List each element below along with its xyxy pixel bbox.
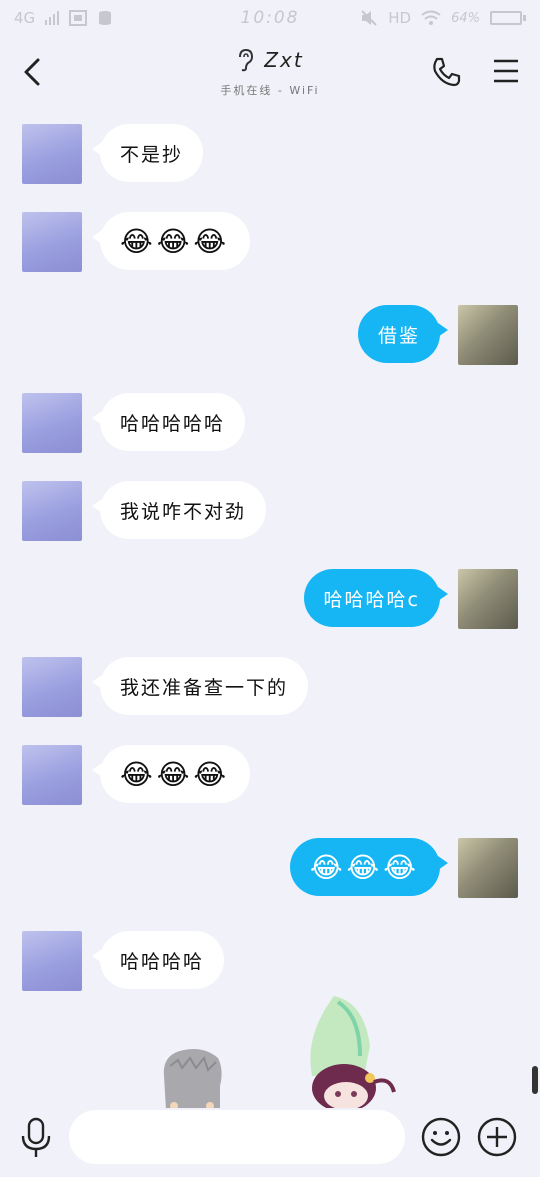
message-text: 哈哈哈哈哈	[120, 412, 226, 435]
battery-icon	[490, 11, 526, 25]
wifi-icon	[421, 10, 441, 25]
contact-avatar[interactable]	[22, 212, 82, 272]
sim-icon	[69, 10, 88, 26]
chat-header: Zxt 手机在线 - WiFi	[0, 36, 540, 116]
message-bubble[interactable]: 哈哈哈哈	[91, 931, 225, 989]
storage-icon	[99, 11, 112, 25]
input-bar	[0, 1108, 540, 1177]
my-avatar[interactable]	[458, 305, 518, 365]
battery-percent: 64%	[451, 10, 480, 26]
message-bubble[interactable]: 😂😂😂	[91, 212, 251, 270]
signal-icon	[45, 11, 60, 25]
my-avatar[interactable]	[458, 569, 518, 629]
message-bubble[interactable]: 😂😂😂	[289, 838, 449, 896]
message-text: 我说咋不对劲	[120, 500, 247, 523]
message-text: 不是抄	[120, 143, 184, 166]
clock: 10:08	[240, 8, 300, 28]
contact-avatar[interactable]	[22, 393, 82, 453]
microphone-icon[interactable]	[18, 1116, 54, 1160]
contact-avatar[interactable]	[22, 745, 82, 805]
contact-name: Zxt	[264, 48, 304, 72]
message-bubble[interactable]: 哈哈哈哈c	[303, 569, 449, 627]
status-bar: 4G 10:08 HD 64%	[0, 0, 540, 36]
status-right: HD 64%	[360, 9, 526, 27]
contact-avatar[interactable]	[22, 657, 82, 717]
scroll-handle[interactable]	[532, 1066, 538, 1094]
my-avatar[interactable]	[458, 838, 518, 898]
message-text: 借鉴	[377, 324, 420, 347]
mute-icon	[361, 10, 377, 26]
contact-avatar[interactable]	[22, 481, 82, 541]
message-text: 😂😂😂	[120, 757, 231, 791]
chat-screen: 4G 10:08 HD 64% Zxt 手机在线 - WiFi 不是抄 😂😂😂 …	[0, 0, 540, 1177]
plus-icon[interactable]	[476, 1116, 518, 1158]
message-text: 哈哈哈哈	[120, 950, 205, 973]
message-text: 哈哈哈哈c	[323, 588, 420, 611]
ear-icon	[239, 48, 254, 72]
message-bubble[interactable]: 我还准备查一下的	[91, 657, 309, 715]
message-bubble[interactable]: 哈哈哈哈哈	[91, 393, 246, 451]
message-list[interactable]: 不是抄 😂😂😂 借鉴 哈哈哈哈哈 我说咋不对劲 哈哈哈哈c 我还准备查一下的 😂…	[0, 116, 540, 996]
contact-avatar[interactable]	[22, 931, 82, 991]
phone-icon[interactable]	[430, 56, 462, 88]
message-input[interactable]	[69, 1110, 405, 1164]
message-bubble[interactable]: 😂😂😂	[91, 745, 251, 803]
smiley-icon[interactable]	[420, 1116, 462, 1158]
message-text: 我还准备查一下的	[120, 676, 289, 699]
grey-character-sticker	[163, 1049, 222, 1110]
message-bubble[interactable]: 不是抄	[91, 124, 204, 182]
status-left: 4G	[14, 9, 113, 27]
contact-avatar[interactable]	[22, 124, 82, 184]
message-text: 😂😂😂	[120, 224, 231, 258]
menu-icon[interactable]	[492, 58, 520, 84]
green-character-sticker	[310, 996, 396, 1110]
contact-title[interactable]: Zxt	[236, 48, 303, 72]
message-bubble[interactable]: 我说咋不对劲	[91, 481, 267, 539]
hd-label: HD	[388, 9, 412, 27]
message-bubble[interactable]: 借鉴	[357, 305, 449, 363]
network-label: 4G	[14, 9, 36, 27]
message-text: 😂😂😂	[309, 850, 420, 884]
